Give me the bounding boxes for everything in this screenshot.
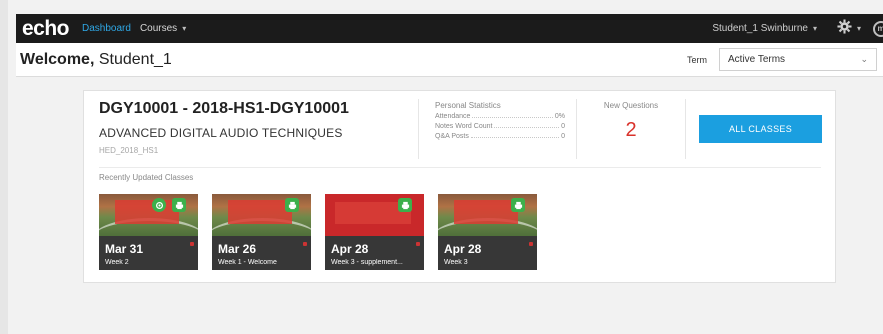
chevron-down-icon: ▾ xyxy=(856,24,861,33)
stat-label: Notes Word Count xyxy=(435,123,493,130)
unread-marker xyxy=(303,242,307,246)
live-icon[interactable] xyxy=(152,198,166,212)
nav-courses-label: Courses xyxy=(139,23,178,34)
recent-classes-label: Recently Updated Classes xyxy=(99,173,194,182)
dotted-leader xyxy=(470,137,560,138)
new-questions-count: 2 xyxy=(625,119,637,141)
top-right-controls: Student_1 Swinburne ▾ ▾ m xyxy=(712,14,883,43)
class-thumbnail[interactable]: Apr 28 Week 3 xyxy=(438,194,537,270)
stat-row-qa: Q&A Posts 0 xyxy=(435,133,565,140)
welcome-name: Student_1 xyxy=(94,50,172,68)
echo-logo[interactable]: echo xyxy=(22,14,70,43)
unread-marker xyxy=(416,242,420,246)
stat-row-notes: Notes Word Count 0 xyxy=(435,123,565,130)
class-date: Apr 28 xyxy=(444,242,482,256)
stat-value: 0% xyxy=(554,113,565,120)
new-questions-title: New Questions xyxy=(603,101,659,110)
course-card: DGY10001 - 2018-HS1-DGY10001 ADVANCED DI… xyxy=(83,90,836,283)
welcome-prefix: Welcome, xyxy=(20,50,95,68)
course-code[interactable]: DGY10001 - 2018-HS1-DGY10001 xyxy=(99,100,349,118)
class-subtitle: Week 3 xyxy=(444,259,468,266)
nav-dashboard-link[interactable]: Dashboard xyxy=(82,23,131,34)
course-term: HED_2018_HS1 xyxy=(99,146,159,155)
gear-icon xyxy=(837,18,852,39)
new-questions[interactable]: New Questions 2 xyxy=(576,99,686,159)
print-icon[interactable] xyxy=(511,198,525,212)
top-nav-bar: echo Dashboard Courses ▾ Student_1 Swinb… xyxy=(16,14,883,43)
brand-icon[interactable]: m xyxy=(873,20,883,37)
recent-classes-list: Mar 31 Week 2 Mar 26 Week 1 - Welcome Ap… xyxy=(99,194,551,270)
unread-marker xyxy=(190,242,194,246)
class-thumbnail[interactable]: Apr 28 Week 3 - supplement... xyxy=(325,194,424,270)
stat-label: Q&A Posts xyxy=(435,133,469,140)
term-select[interactable]: Active Terms ⌄ xyxy=(719,48,877,71)
chevron-down-icon: ▾ xyxy=(182,24,187,33)
stat-row-attendance: Attendance 0% xyxy=(435,113,565,120)
divider xyxy=(99,167,821,168)
class-thumbnail[interactable]: Mar 31 Week 2 xyxy=(99,194,198,270)
app-frame: echo Dashboard Courses ▾ Student_1 Swinb… xyxy=(0,0,883,334)
all-classes-button[interactable]: ALL CLASSES xyxy=(699,115,822,143)
class-date: Mar 26 xyxy=(218,242,257,256)
dotted-leader xyxy=(472,117,553,118)
print-icon[interactable] xyxy=(398,198,412,212)
stats-title: Personal Statistics xyxy=(435,101,501,110)
course-title: ADVANCED DIGITAL AUDIO TECHNIQUES xyxy=(99,126,343,140)
personal-statistics: Personal Statistics Attendance 0% Notes … xyxy=(418,99,576,159)
stat-label: Attendance xyxy=(435,113,471,120)
chevron-down-icon: ⌄ xyxy=(860,54,868,64)
settings-menu[interactable]: ▾ xyxy=(837,18,861,39)
user-name: Student_1 Swinburne xyxy=(712,23,808,34)
unread-marker xyxy=(529,242,533,246)
chevron-down-icon: ▾ xyxy=(812,24,817,33)
class-subtitle: Week 2 xyxy=(105,259,129,266)
term-label: Term xyxy=(687,54,707,65)
nav-courses-menu[interactable]: Courses ▾ xyxy=(140,23,186,34)
stat-value: 0 xyxy=(561,133,565,140)
page-title: Welcome, Student_1 xyxy=(20,51,172,69)
class-date: Mar 31 xyxy=(105,242,144,256)
dotted-leader xyxy=(494,127,560,128)
class-thumbnail[interactable]: Mar 26 Week 1 - Welcome xyxy=(212,194,311,270)
stat-value: 0 xyxy=(561,123,565,130)
class-subtitle: Week 3 - supplement... xyxy=(331,259,403,266)
print-icon[interactable] xyxy=(285,198,299,212)
user-menu[interactable]: Student_1 Swinburne ▾ xyxy=(712,23,817,34)
page-header: Welcome, Student_1 Term Active Terms ⌄ xyxy=(16,43,883,77)
class-subtitle: Week 1 - Welcome xyxy=(218,259,277,266)
print-icon[interactable] xyxy=(172,198,186,212)
term-select-value: Active Terms xyxy=(728,54,786,65)
class-date: Apr 28 xyxy=(331,242,369,256)
